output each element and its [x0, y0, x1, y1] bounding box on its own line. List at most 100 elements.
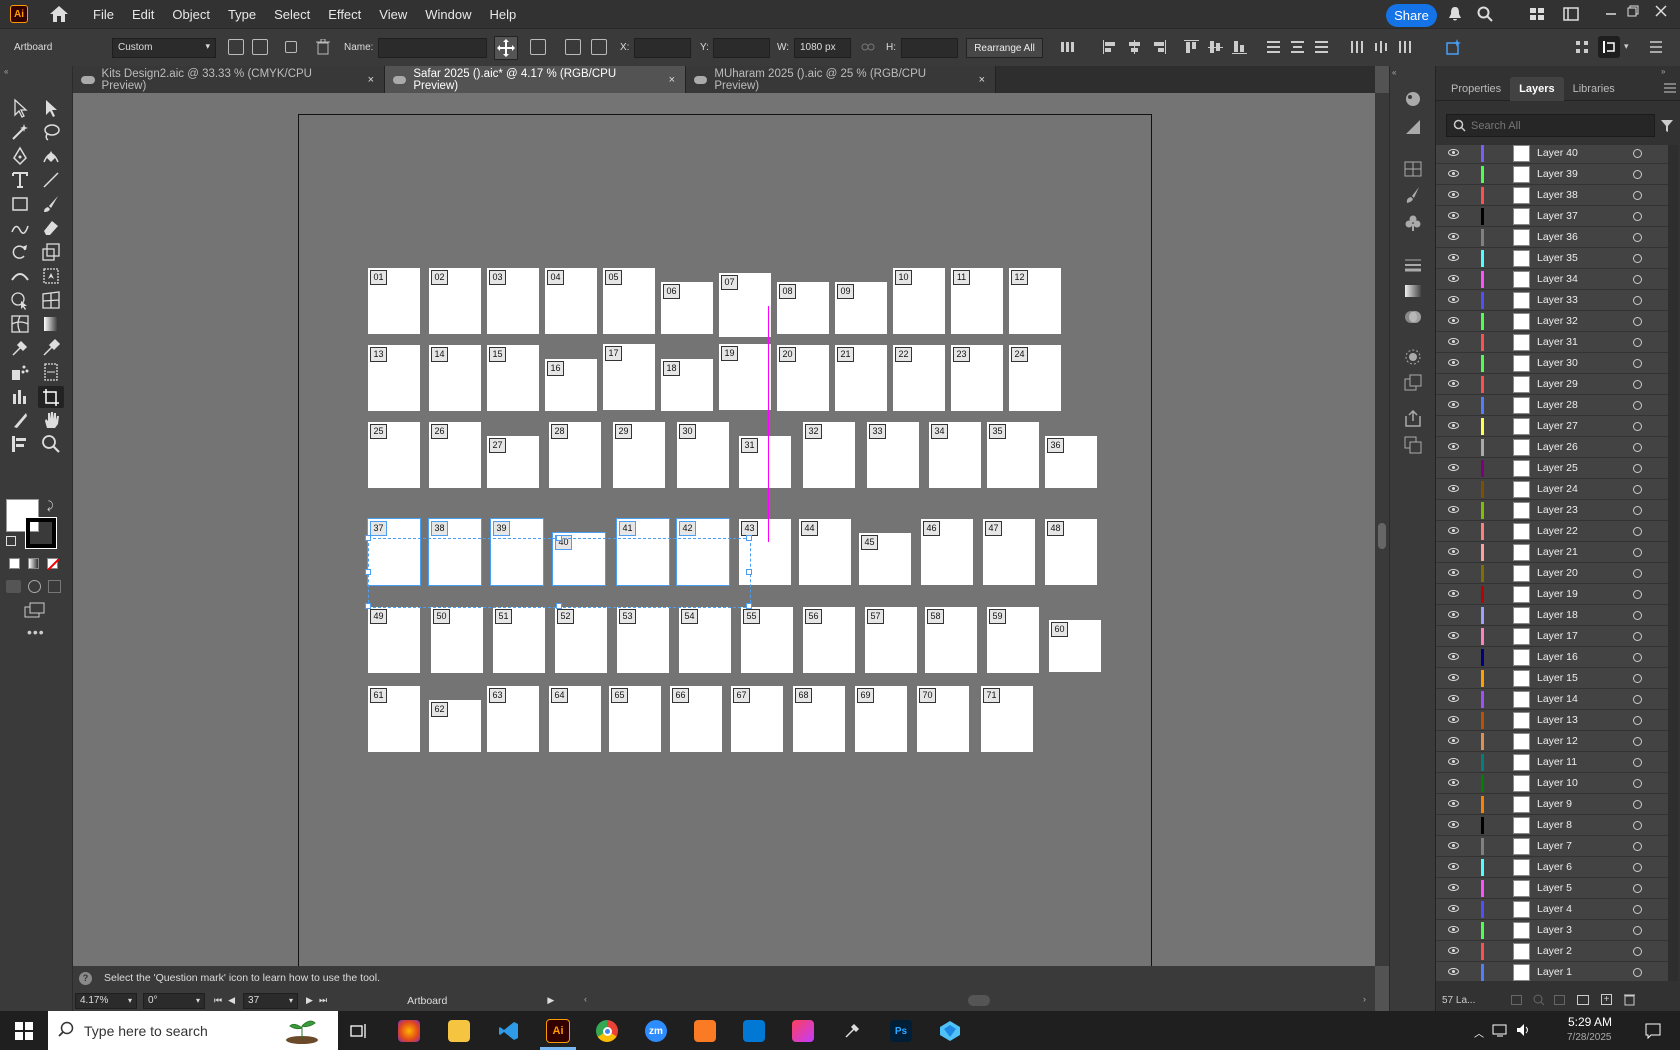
visibility-eye-icon[interactable]	[1448, 926, 1459, 933]
stroke-swatch[interactable]	[25, 517, 57, 549]
layer-name[interactable]: Layer 28	[1537, 399, 1578, 411]
artboard-54[interactable]: 54	[679, 607, 731, 673]
artboard-18[interactable]: 18	[661, 359, 713, 411]
layer-name[interactable]: Layer 27	[1537, 420, 1578, 432]
visibility-eye-icon[interactable]	[1448, 863, 1459, 870]
artboard-60[interactable]: 60	[1049, 620, 1101, 672]
layer-row[interactable]: Layer 3	[1436, 920, 1674, 941]
artboard-33[interactable]: 33	[867, 422, 919, 488]
other-app-icon[interactable]	[939, 1020, 961, 1042]
portrait-orientation-icon[interactable]	[228, 39, 244, 55]
illustrator-taskbar-icon[interactable]: Ai	[546, 1019, 570, 1043]
layer-row[interactable]: Layer 21	[1436, 542, 1674, 563]
arrange-icon[interactable]	[1575, 40, 1589, 54]
locate-object-icon[interactable]	[1533, 994, 1545, 1009]
artboard-tool-icon[interactable]	[38, 386, 64, 408]
artboard-67[interactable]: 67	[731, 686, 783, 752]
visibility-eye-icon[interactable]	[1448, 842, 1459, 849]
artboard-21[interactable]: 21	[835, 345, 887, 411]
vertical-scrollbar[interactable]	[1375, 93, 1389, 966]
artboard-name-input[interactable]	[378, 38, 487, 58]
layer-target-icon[interactable]	[1633, 233, 1642, 242]
layer-name[interactable]: Layer 16	[1537, 651, 1578, 663]
tab-muharam-2025[interactable]: MUharam 2025 ().aic @ 25 % (RGB/CPU Prev…	[686, 66, 996, 93]
layer-name[interactable]: Layer 33	[1537, 294, 1578, 306]
menu-select[interactable]: Select	[265, 7, 319, 22]
layer-row[interactable]: Layer 40	[1436, 145, 1674, 164]
layer-name[interactable]: Layer 36	[1537, 231, 1578, 243]
status-menu-arrow-icon[interactable]: ▶	[547, 995, 554, 1006]
layer-target-icon[interactable]	[1633, 485, 1642, 494]
color-guide-icon[interactable]	[1404, 118, 1422, 136]
artboard-52[interactable]: 52	[555, 607, 607, 673]
artboard-05[interactable]: 05	[603, 268, 655, 334]
artboard-58[interactable]: 58	[925, 607, 977, 673]
menu-help[interactable]: Help	[480, 7, 525, 22]
distribute-left-icon[interactable]	[1350, 40, 1366, 54]
visibility-eye-icon[interactable]	[1448, 149, 1459, 156]
layer-target-icon[interactable]	[1633, 695, 1642, 704]
artboard-27[interactable]: 27	[487, 436, 539, 488]
draw-behind-icon[interactable]	[28, 580, 41, 593]
menu-object[interactable]: Object	[163, 7, 219, 22]
panel-toggle-icon[interactable]	[1598, 36, 1620, 58]
gradient-tool-icon[interactable]	[41, 314, 61, 334]
artboard-10[interactable]: 10	[893, 268, 945, 334]
none-mode-icon[interactable]	[47, 558, 60, 571]
artboard-30[interactable]: 30	[677, 422, 729, 488]
layer-target-icon[interactable]	[1633, 842, 1642, 851]
artboard-55[interactable]: 55	[741, 607, 793, 673]
layer-name[interactable]: Layer 38	[1537, 189, 1578, 201]
line-segment-tool-icon[interactable]	[41, 170, 61, 190]
layer-name[interactable]: Layer 11	[1537, 756, 1577, 768]
color-mode-icon[interactable]	[9, 558, 20, 569]
scale-tool-icon[interactable]	[41, 242, 61, 262]
layer-row[interactable]: Layer 35	[1436, 248, 1674, 269]
pen-app-icon[interactable]	[841, 1020, 863, 1042]
artboard-64[interactable]: 64	[549, 686, 601, 752]
edit-toolbar-icon[interactable]: •••	[27, 624, 45, 640]
width-tool-icon[interactable]	[10, 266, 30, 286]
artboard-71[interactable]: 71	[981, 686, 1033, 752]
measure-tool-icon[interactable]	[41, 362, 61, 382]
layer-row[interactable]: Layer 16	[1436, 647, 1674, 668]
gradient-mode-icon[interactable]	[28, 558, 39, 569]
artboard-01[interactable]: 01	[368, 268, 420, 334]
reference-point-icon[interactable]	[591, 39, 607, 55]
visibility-eye-icon[interactable]	[1448, 905, 1459, 912]
artboard-16[interactable]: 16	[545, 359, 597, 411]
visibility-eye-icon[interactable]	[1448, 506, 1459, 513]
tab-layers[interactable]: Layers	[1510, 76, 1564, 101]
collect-for-export-icon[interactable]	[1511, 995, 1522, 1005]
visibility-eye-icon[interactable]	[1448, 170, 1459, 177]
print-tiling-tool-icon[interactable]	[10, 434, 30, 454]
symbols-panel-icon[interactable]	[1404, 214, 1422, 232]
layer-name[interactable]: Layer 13	[1537, 714, 1578, 726]
artboard-57[interactable]: 57	[865, 607, 917, 673]
bell-icon[interactable]	[1446, 5, 1464, 23]
layer-row[interactable]: Layer 9	[1436, 794, 1674, 815]
rearrange-all-button[interactable]: Rearrange All	[966, 38, 1043, 58]
artboard-66[interactable]: 66	[670, 686, 722, 752]
speaker-icon[interactable]	[1516, 1023, 1532, 1040]
color-panel-icon[interactable]	[1404, 90, 1422, 108]
tab-libraries[interactable]: Libraries	[1564, 77, 1624, 101]
layer-target-icon[interactable]	[1633, 884, 1642, 893]
align-left-icon[interactable]	[1103, 40, 1119, 54]
selection-tool-icon[interactable]	[10, 98, 30, 118]
next-artboard-icon[interactable]: ▶	[306, 995, 313, 1006]
zoom-icon[interactable]: zm	[645, 1020, 667, 1042]
layer-name[interactable]: Layer 10	[1537, 777, 1578, 789]
visibility-eye-icon[interactable]	[1448, 233, 1459, 240]
distribute-right-icon[interactable]	[1398, 40, 1414, 54]
direct-selection-tool-icon[interactable]	[41, 98, 61, 118]
menu-type[interactable]: Type	[219, 7, 265, 22]
layer-row[interactable]: Layer 25	[1436, 458, 1674, 479]
firefox-icon[interactable]	[398, 1020, 420, 1042]
scroll-right-icon[interactable]: ›	[1363, 994, 1366, 1004]
distribute-center-icon[interactable]	[1290, 40, 1306, 54]
layer-name[interactable]: Layer 40	[1537, 147, 1578, 159]
workspace-switcher-icon[interactable]	[1528, 5, 1546, 23]
artboard-02[interactable]: 02	[429, 268, 481, 334]
layer-name[interactable]: Layer 21	[1537, 546, 1578, 558]
